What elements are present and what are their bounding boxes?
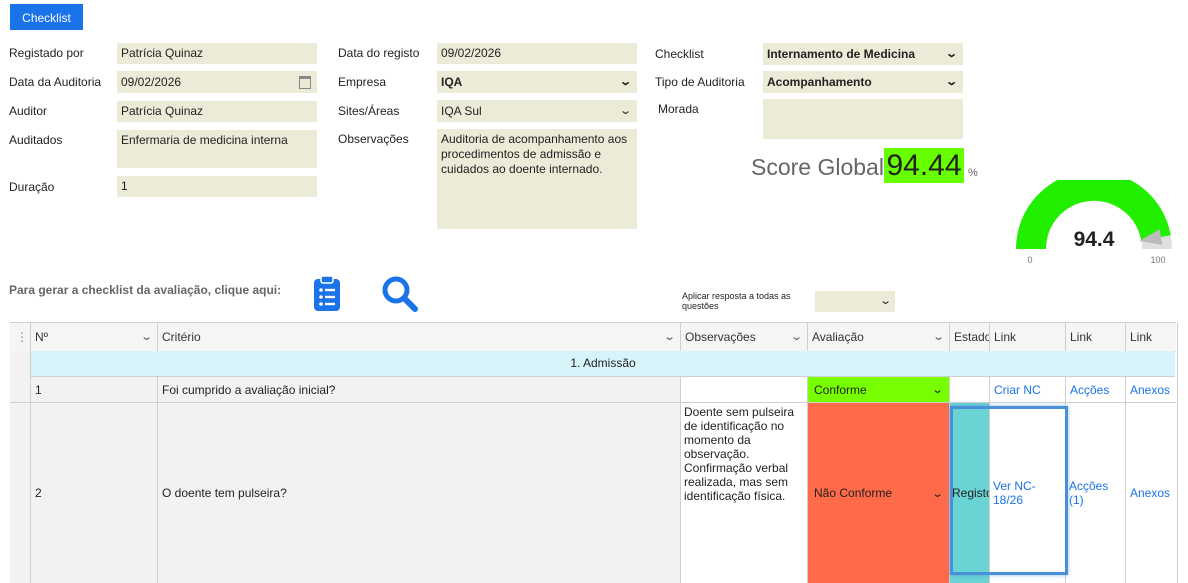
apply-all-label: Aplicar resposta a todas as questões (682, 291, 791, 311)
data-auditoria-value: 09/02/2026 (121, 74, 182, 89)
sites-label: Sites/Áreas (338, 104, 400, 118)
empresa-label: Empresa (338, 75, 387, 89)
duracao-field[interactable]: 1 (117, 176, 317, 197)
accoes-link[interactable]: Acções (1) (1066, 403, 1126, 583)
chevron-down-icon: ⌄ (944, 47, 958, 60)
chevron-down-icon: ⌄ (618, 104, 632, 117)
checklist-label: Checklist (655, 47, 704, 61)
column-avaliacao-label: Avaliação (812, 330, 864, 344)
chevron-down-icon: ⌄ (618, 75, 632, 88)
column-num[interactable]: Nº ⌄ (31, 323, 158, 351)
generate-checklist-text: Para gerar a checklist da avaliação, cli… (9, 283, 282, 297)
checklist-value: Internamento de Medicina (767, 46, 916, 61)
score-gauge: 94.4 0 100 (1016, 180, 1172, 265)
checklist-button[interactable]: Checklist (10, 4, 83, 30)
tipo-auditoria-value: Acompanhamento (767, 74, 872, 89)
chevron-down-icon[interactable]: ⌄ (140, 323, 153, 351)
row-num: 2 (31, 403, 158, 583)
calendar-icon[interactable] (299, 75, 311, 89)
auditados-field[interactable]: Enfermaria de medicina interna (117, 130, 317, 168)
column-num-label: Nº (35, 330, 49, 344)
duracao-label: Duração (9, 180, 55, 194)
column-criterio-label: Critério (162, 330, 201, 344)
row-criterio: Foi cumprido a avaliação inicial? (158, 377, 681, 402)
score-global-value: 94.44 (884, 148, 964, 183)
chevron-down-icon: ⌄ (878, 295, 892, 307)
criar-nc-link[interactable]: Criar NC (990, 377, 1066, 402)
chevron-down-icon[interactable]: ⌄ (663, 323, 676, 351)
column-menu-icon[interactable]: ⋮ (10, 323, 31, 351)
checklist-select[interactable]: Internamento de Medicina ⌄ (763, 43, 963, 65)
empresa-select[interactable]: IQA ⌄ (437, 71, 637, 93)
observacoes-label: Observações (338, 132, 409, 146)
search-icon[interactable] (380, 274, 420, 314)
avaliacao-value: Não Conforme (814, 486, 893, 500)
accoes-link[interactable]: Acções (1066, 377, 1126, 402)
row-observacoes[interactable] (681, 377, 808, 402)
registado-por-field[interactable]: Patrícia Quinaz (117, 43, 317, 64)
tipo-auditoria-select[interactable]: Acompanhamento ⌄ (763, 71, 963, 93)
score-global-label: Score Global (751, 154, 884, 180)
cell-selection-highlight (950, 406, 1068, 575)
tipo-auditoria-label: Tipo de Auditoria (655, 75, 745, 89)
data-auditoria-field[interactable]: 09/02/2026 (117, 71, 317, 93)
auditor-field[interactable]: Patrícia Quinaz (117, 101, 317, 122)
auditados-label: Auditados (9, 133, 63, 147)
chevron-down-icon: ⌄ (944, 75, 958, 88)
chevron-down-icon: ⌄ (930, 487, 944, 500)
column-link-2[interactable]: Link (1066, 323, 1126, 351)
row-avaliacao-select[interactable]: Não Conforme ⌄ (808, 403, 950, 583)
anexos-link[interactable]: Anexos (1126, 403, 1176, 583)
row-observacoes[interactable]: Doente sem pulseira de identificação no … (681, 403, 808, 583)
empresa-value: IQA (441, 74, 463, 89)
sites-value: IQA Sul (441, 103, 482, 118)
anexos-link[interactable]: Anexos (1126, 377, 1176, 402)
group-row: 1. Admissão (31, 351, 1175, 377)
column-estado[interactable]: Estado (950, 323, 990, 351)
column-link-3[interactable]: Link (1126, 323, 1176, 351)
row-estado (950, 377, 990, 402)
chevron-down-icon[interactable]: ⌄ (790, 323, 803, 351)
row-criterio: O doente tem pulseira? (158, 403, 681, 583)
avaliacao-value: Conforme (814, 382, 867, 397)
score-unit: % (968, 167, 978, 179)
row-avaliacao-select[interactable]: Conforme ⌄ (808, 377, 950, 402)
table-header: ⋮ Nº ⌄ Critério ⌄ Observações ⌄ Avaliação ⌄ … (10, 322, 1176, 352)
clipboard-list-icon[interactable] (313, 275, 341, 312)
data-registo-label: Data do registo (338, 46, 420, 60)
morada-field[interactable] (763, 99, 963, 139)
chevron-down-icon[interactable]: ⌄ (932, 323, 945, 351)
column-avaliacao[interactable]: Avaliação ⌄ (808, 323, 950, 351)
gauge-max: 100 (1150, 255, 1165, 265)
column-criterio[interactable]: Critério ⌄ (158, 323, 681, 351)
auditor-label: Auditor (9, 104, 48, 118)
registado-por-label: Registado por (9, 46, 84, 60)
table-row: 1 Foi cumprido a avaliação inicial? Conf… (10, 377, 1176, 403)
column-link-1[interactable]: Link (990, 323, 1066, 351)
gauge-min: 0 (1027, 255, 1032, 265)
row-num: 1 (31, 377, 158, 402)
apply-all-select[interactable]: ⌄ (815, 291, 895, 312)
column-observacoes-label: Observações (685, 330, 756, 344)
chevron-down-icon: ⌄ (930, 384, 944, 396)
data-registo-field[interactable]: 09/02/2026 (437, 43, 637, 64)
gauge-value: 94.4 (1074, 228, 1115, 251)
sites-select[interactable]: IQA Sul ⌄ (437, 100, 637, 122)
column-observacoes[interactable]: Observações ⌄ (681, 323, 808, 351)
data-auditoria-label: Data da Auditoria (9, 75, 102, 89)
morada-label: Morada (658, 102, 699, 116)
observacoes-field[interactable]: Auditoria de acompanhamento aos procedim… (437, 129, 637, 229)
